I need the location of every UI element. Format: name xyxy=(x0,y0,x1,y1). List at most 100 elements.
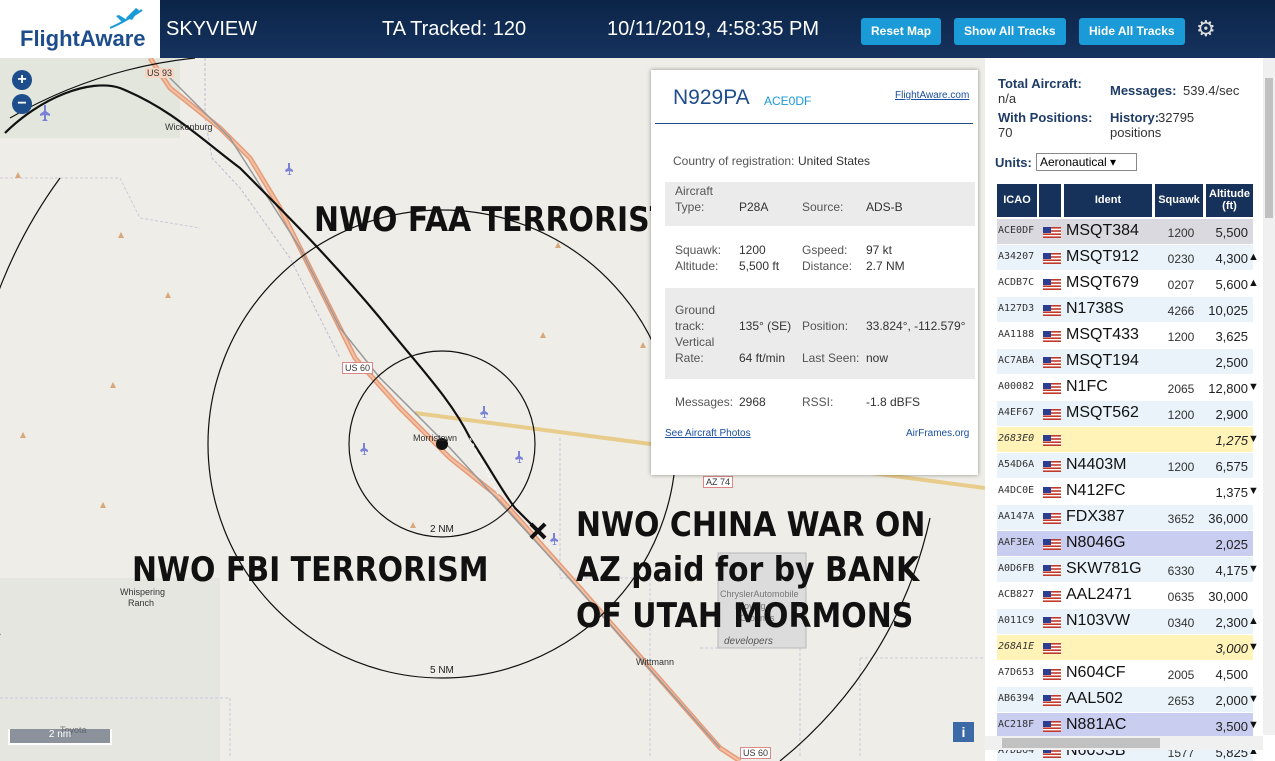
popup-section-track xyxy=(665,288,975,379)
table-row[interactable]: AC7ABA MSQT194 2,500 xyxy=(997,349,1253,375)
col-ident[interactable]: Ident xyxy=(1064,184,1154,217)
row-altitude: 1,275 xyxy=(1215,433,1248,448)
row-altitude: 30,000 xyxy=(1208,589,1248,604)
us-flag-icon xyxy=(1043,565,1061,576)
table-row[interactable]: A54D6A N4403M 1200 6,575 xyxy=(997,453,1253,479)
with-positions-label: With Positions: xyxy=(998,110,1093,125)
route-az74: AZ 74 xyxy=(703,476,734,488)
us-flag-icon xyxy=(1043,409,1061,420)
row-icao: A34207 xyxy=(998,251,1035,262)
airframes-link[interactable]: AirFrames.org xyxy=(906,428,969,439)
row-icao: AC218F xyxy=(998,719,1035,730)
row-altitude: 6,575 xyxy=(1215,459,1248,474)
row-squawk: 0635 xyxy=(1167,590,1195,604)
row-altitude: 4,500 xyxy=(1215,667,1248,682)
table-row[interactable]: 268A1E 3,000 ▼ xyxy=(997,635,1259,661)
col-icao[interactable]: ICAO xyxy=(997,184,1039,217)
scroll-thumb[interactable] xyxy=(1002,738,1160,748)
col-altitude-label: Altitude xyxy=(1209,188,1250,200)
row-icao: AB6394 xyxy=(998,693,1035,704)
table-row[interactable]: AA147A FDX387 3652 36,000 xyxy=(997,505,1253,531)
info-icon[interactable]: i xyxy=(953,722,974,742)
source-value: ADS-B xyxy=(866,200,903,214)
overlay-text-china-2: AZ paid for by BANK xyxy=(576,550,920,590)
table-row[interactable]: AA1188 MSQT433 1200 3,625 xyxy=(997,323,1253,349)
reset-map-button[interactable]: Reset Map xyxy=(861,18,942,45)
ground-track-label-2: track: xyxy=(675,319,705,333)
sidebar-vertical-scrollbar[interactable] xyxy=(1263,58,1275,735)
messages-value: 2968 xyxy=(739,395,766,409)
aircraft-photos-link[interactable]: See Aircraft Photos xyxy=(665,428,751,439)
messages-rate-label: Messages: xyxy=(1110,83,1177,98)
row-icao: AA1188 xyxy=(998,329,1035,340)
units-select[interactable]: Aeronautical ▾ xyxy=(1036,153,1137,171)
table-row[interactable]: 2683E0 1,275 ▼ xyxy=(997,427,1259,453)
table-row[interactable]: A0D6FB SKW781G 6330 4,175 ▼ xyxy=(997,557,1259,583)
row-ident: MSQT679 xyxy=(1066,274,1139,291)
table-row[interactable]: AB6394 AAL502 2653 2,000 ▼ xyxy=(997,687,1259,713)
vertical-trend-icon: ▼ xyxy=(1248,381,1259,393)
row-ident: AAL2471 xyxy=(1066,586,1132,603)
rssi-label: RSSI: xyxy=(802,395,834,409)
table-row[interactable]: AAF3EA N8046G 2,025 xyxy=(997,531,1253,557)
place-ranch: Ranch xyxy=(128,598,155,608)
units-label: Units: xyxy=(995,155,1032,170)
altitude-value: 5,500 ft xyxy=(739,259,780,273)
vertical-trend-icon: ▼ xyxy=(1248,485,1259,497)
with-positions-value: 70 xyxy=(998,125,1013,140)
table-row[interactable]: A011C9 N103VW 0340 2,300 ▲ xyxy=(997,609,1259,635)
table-row[interactable]: A4DC0E N412FC 1,375 ▼ xyxy=(997,479,1259,505)
hide-all-tracks-button[interactable]: Hide All Tracks xyxy=(1079,18,1185,45)
tracked-count: TA Tracked: 120 xyxy=(382,18,527,40)
table-row[interactable]: ACE0DF MSQT384 1200 5,500 xyxy=(997,219,1253,245)
us-flag-icon xyxy=(1043,383,1061,394)
us-flag-icon xyxy=(1043,331,1061,342)
us-flag-icon xyxy=(1043,435,1061,446)
table-row[interactable]: A7D653 N604CF 2005 4,500 xyxy=(997,661,1253,687)
col-altitude[interactable]: Altitude (ft) xyxy=(1206,184,1255,217)
app-name: SKYVIEW xyxy=(166,18,258,40)
overlay-text-faa: NWO FAA TERRORIST xyxy=(314,200,671,240)
row-ident: N1FC xyxy=(1066,378,1108,395)
row-altitude: 10,025 xyxy=(1208,303,1248,318)
zoom-in-button[interactable]: + xyxy=(12,70,32,90)
table-row[interactable]: A00082 N1FC 2065 12,800 ▼ xyxy=(997,375,1259,401)
vertical-rate-label-2: Rate: xyxy=(675,351,704,365)
row-altitude: 2,500 xyxy=(1215,355,1248,370)
row-altitude: 3,500 xyxy=(1215,719,1248,734)
flightaware-logo[interactable]: FlightAware xyxy=(0,0,160,58)
row-icao: A011C9 xyxy=(998,615,1035,626)
row-altitude: 4,175 xyxy=(1215,563,1248,578)
scroll-thumb[interactable] xyxy=(1265,78,1273,218)
position-label: Position: xyxy=(802,319,849,333)
row-icao: A0D6FB xyxy=(998,563,1035,574)
row-squawk: 1200 xyxy=(1167,460,1195,474)
show-all-tracks-button[interactable]: Show All Tracks xyxy=(954,18,1066,45)
row-ident: MSQT562 xyxy=(1066,404,1139,421)
aircraft-registration: N929PA xyxy=(673,86,750,109)
table-row[interactable]: A127D3 N1738S 4266 10,025 xyxy=(997,297,1253,323)
row-altitude: 2,000 xyxy=(1215,693,1248,708)
col-flag[interactable] xyxy=(1039,184,1063,217)
sidebar-horizontal-scrollbar[interactable] xyxy=(985,736,1263,750)
row-ident: SKW781G xyxy=(1066,560,1142,577)
table-row[interactable]: A34207 MSQT912 0230 4,300 ▲ xyxy=(997,245,1259,271)
table-row[interactable]: ACB827 AAL2471 0635 30,000 xyxy=(997,583,1253,609)
row-squawk: 2005 xyxy=(1167,668,1195,682)
zoom-out-button[interactable]: − xyxy=(12,94,32,114)
row-icao: ACE0DF xyxy=(998,225,1035,236)
aircraft-detail-popup: N929PA ACE0DF FlightAware.com Country of… xyxy=(651,70,978,475)
table-row[interactable]: ACDB7C MSQT679 0207 5,600 ▲ xyxy=(997,271,1259,297)
overlay-text-fbi: NWO FBI TERRORISM xyxy=(132,550,489,590)
col-squawk[interactable]: Squawk xyxy=(1155,184,1205,217)
last-seen-label: Last Seen: xyxy=(802,351,860,365)
flightaware-link[interactable]: FlightAware.com xyxy=(895,90,969,101)
gear-icon[interactable]: ⚙ xyxy=(1196,16,1216,42)
table-row[interactable]: A4EF67 MSQT562 1200 2,900 xyxy=(997,401,1253,427)
row-squawk: 1200 xyxy=(1167,226,1195,240)
aircraft-type-label-2: Type: xyxy=(675,200,705,214)
row-ident: MSQT384 xyxy=(1066,222,1139,239)
row-squawk: 0207 xyxy=(1167,278,1195,292)
country-label: Country of registration: xyxy=(673,154,795,168)
row-ident: FDX387 xyxy=(1066,508,1125,525)
